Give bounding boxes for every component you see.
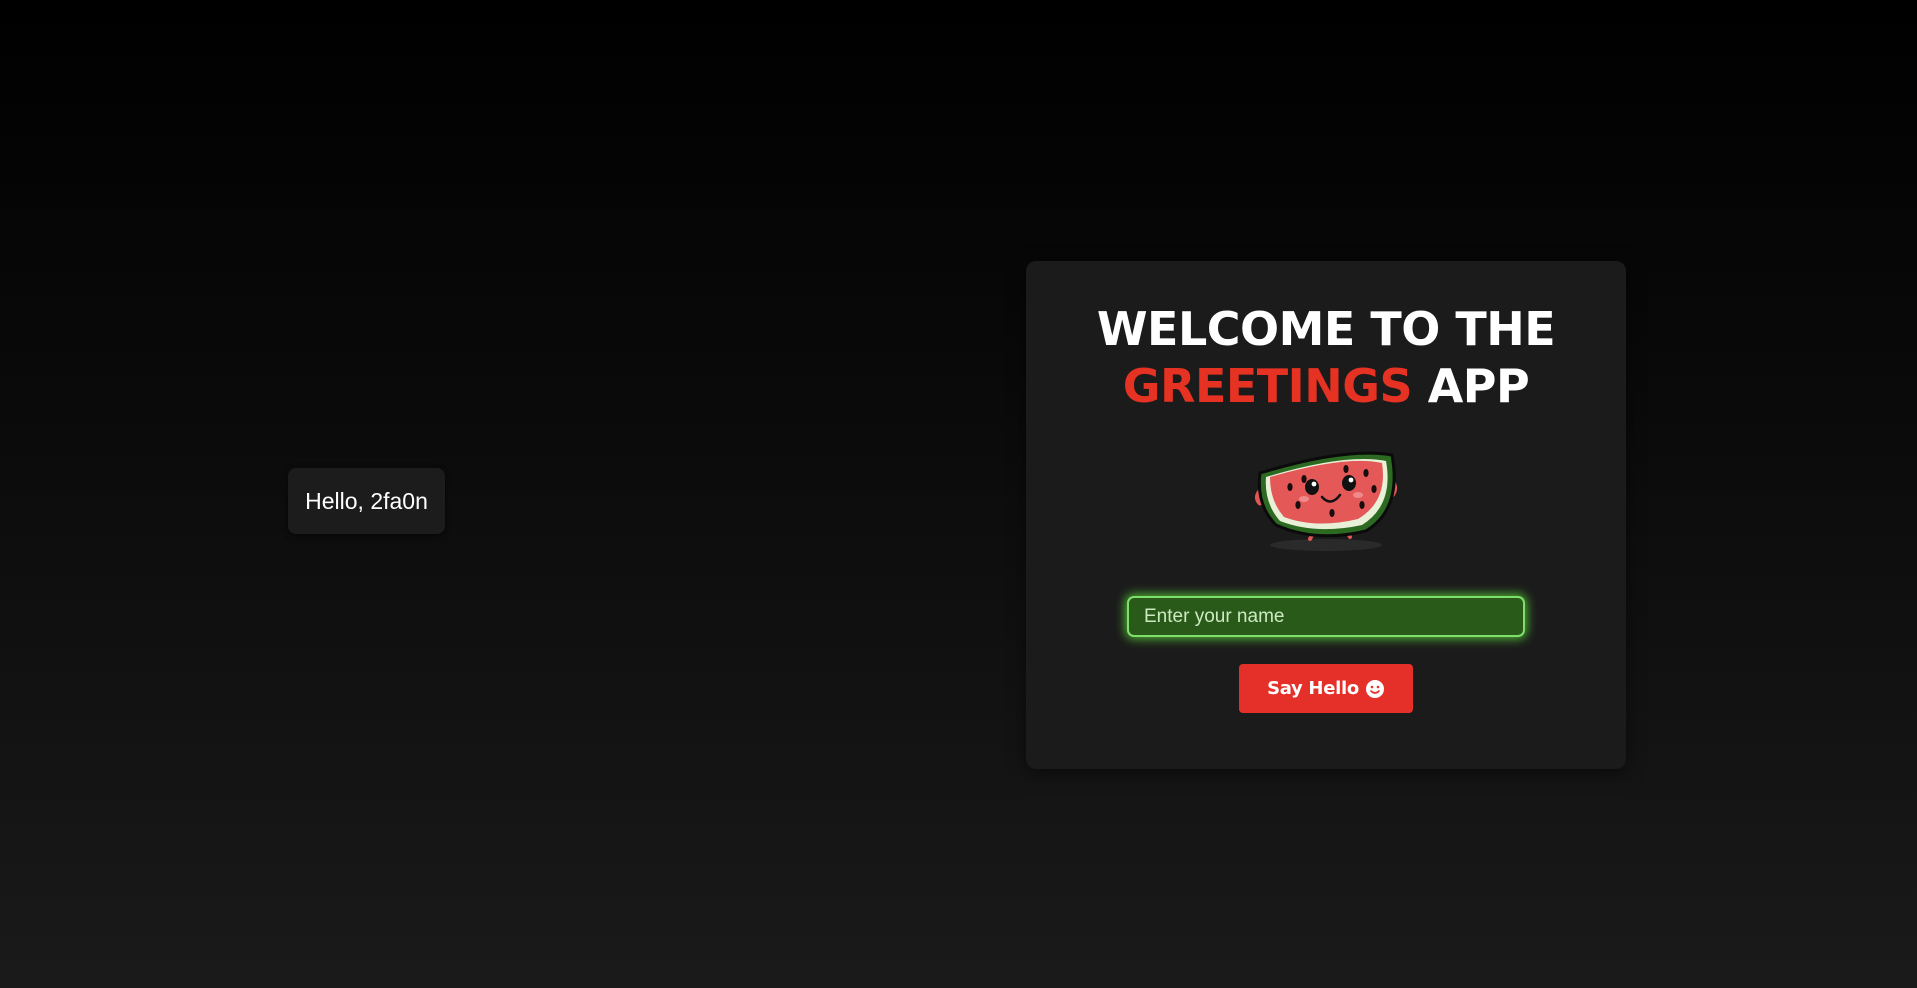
title-rest: APP bbox=[1427, 359, 1530, 413]
page-title: WELCOME TO THE GREETINGS APP bbox=[1026, 301, 1626, 415]
title-accent: GREETINGS bbox=[1122, 359, 1413, 413]
title-line-1: WELCOME TO THE bbox=[1096, 302, 1556, 356]
greeting-card: WELCOME TO THE GREETINGS APP Enter your … bbox=[1026, 261, 1626, 769]
say-hello-button[interactable]: Say Hello bbox=[1239, 664, 1413, 713]
say-hello-label: Say Hello bbox=[1267, 678, 1359, 699]
watermelon-mascot-icon bbox=[1254, 451, 1398, 551]
greeting-text: Hello, 2fa0n bbox=[305, 487, 428, 514]
name-input[interactable] bbox=[1127, 596, 1525, 637]
greeting-message: Hello, 2fa0n bbox=[288, 468, 445, 534]
smile-icon bbox=[1365, 679, 1384, 698]
